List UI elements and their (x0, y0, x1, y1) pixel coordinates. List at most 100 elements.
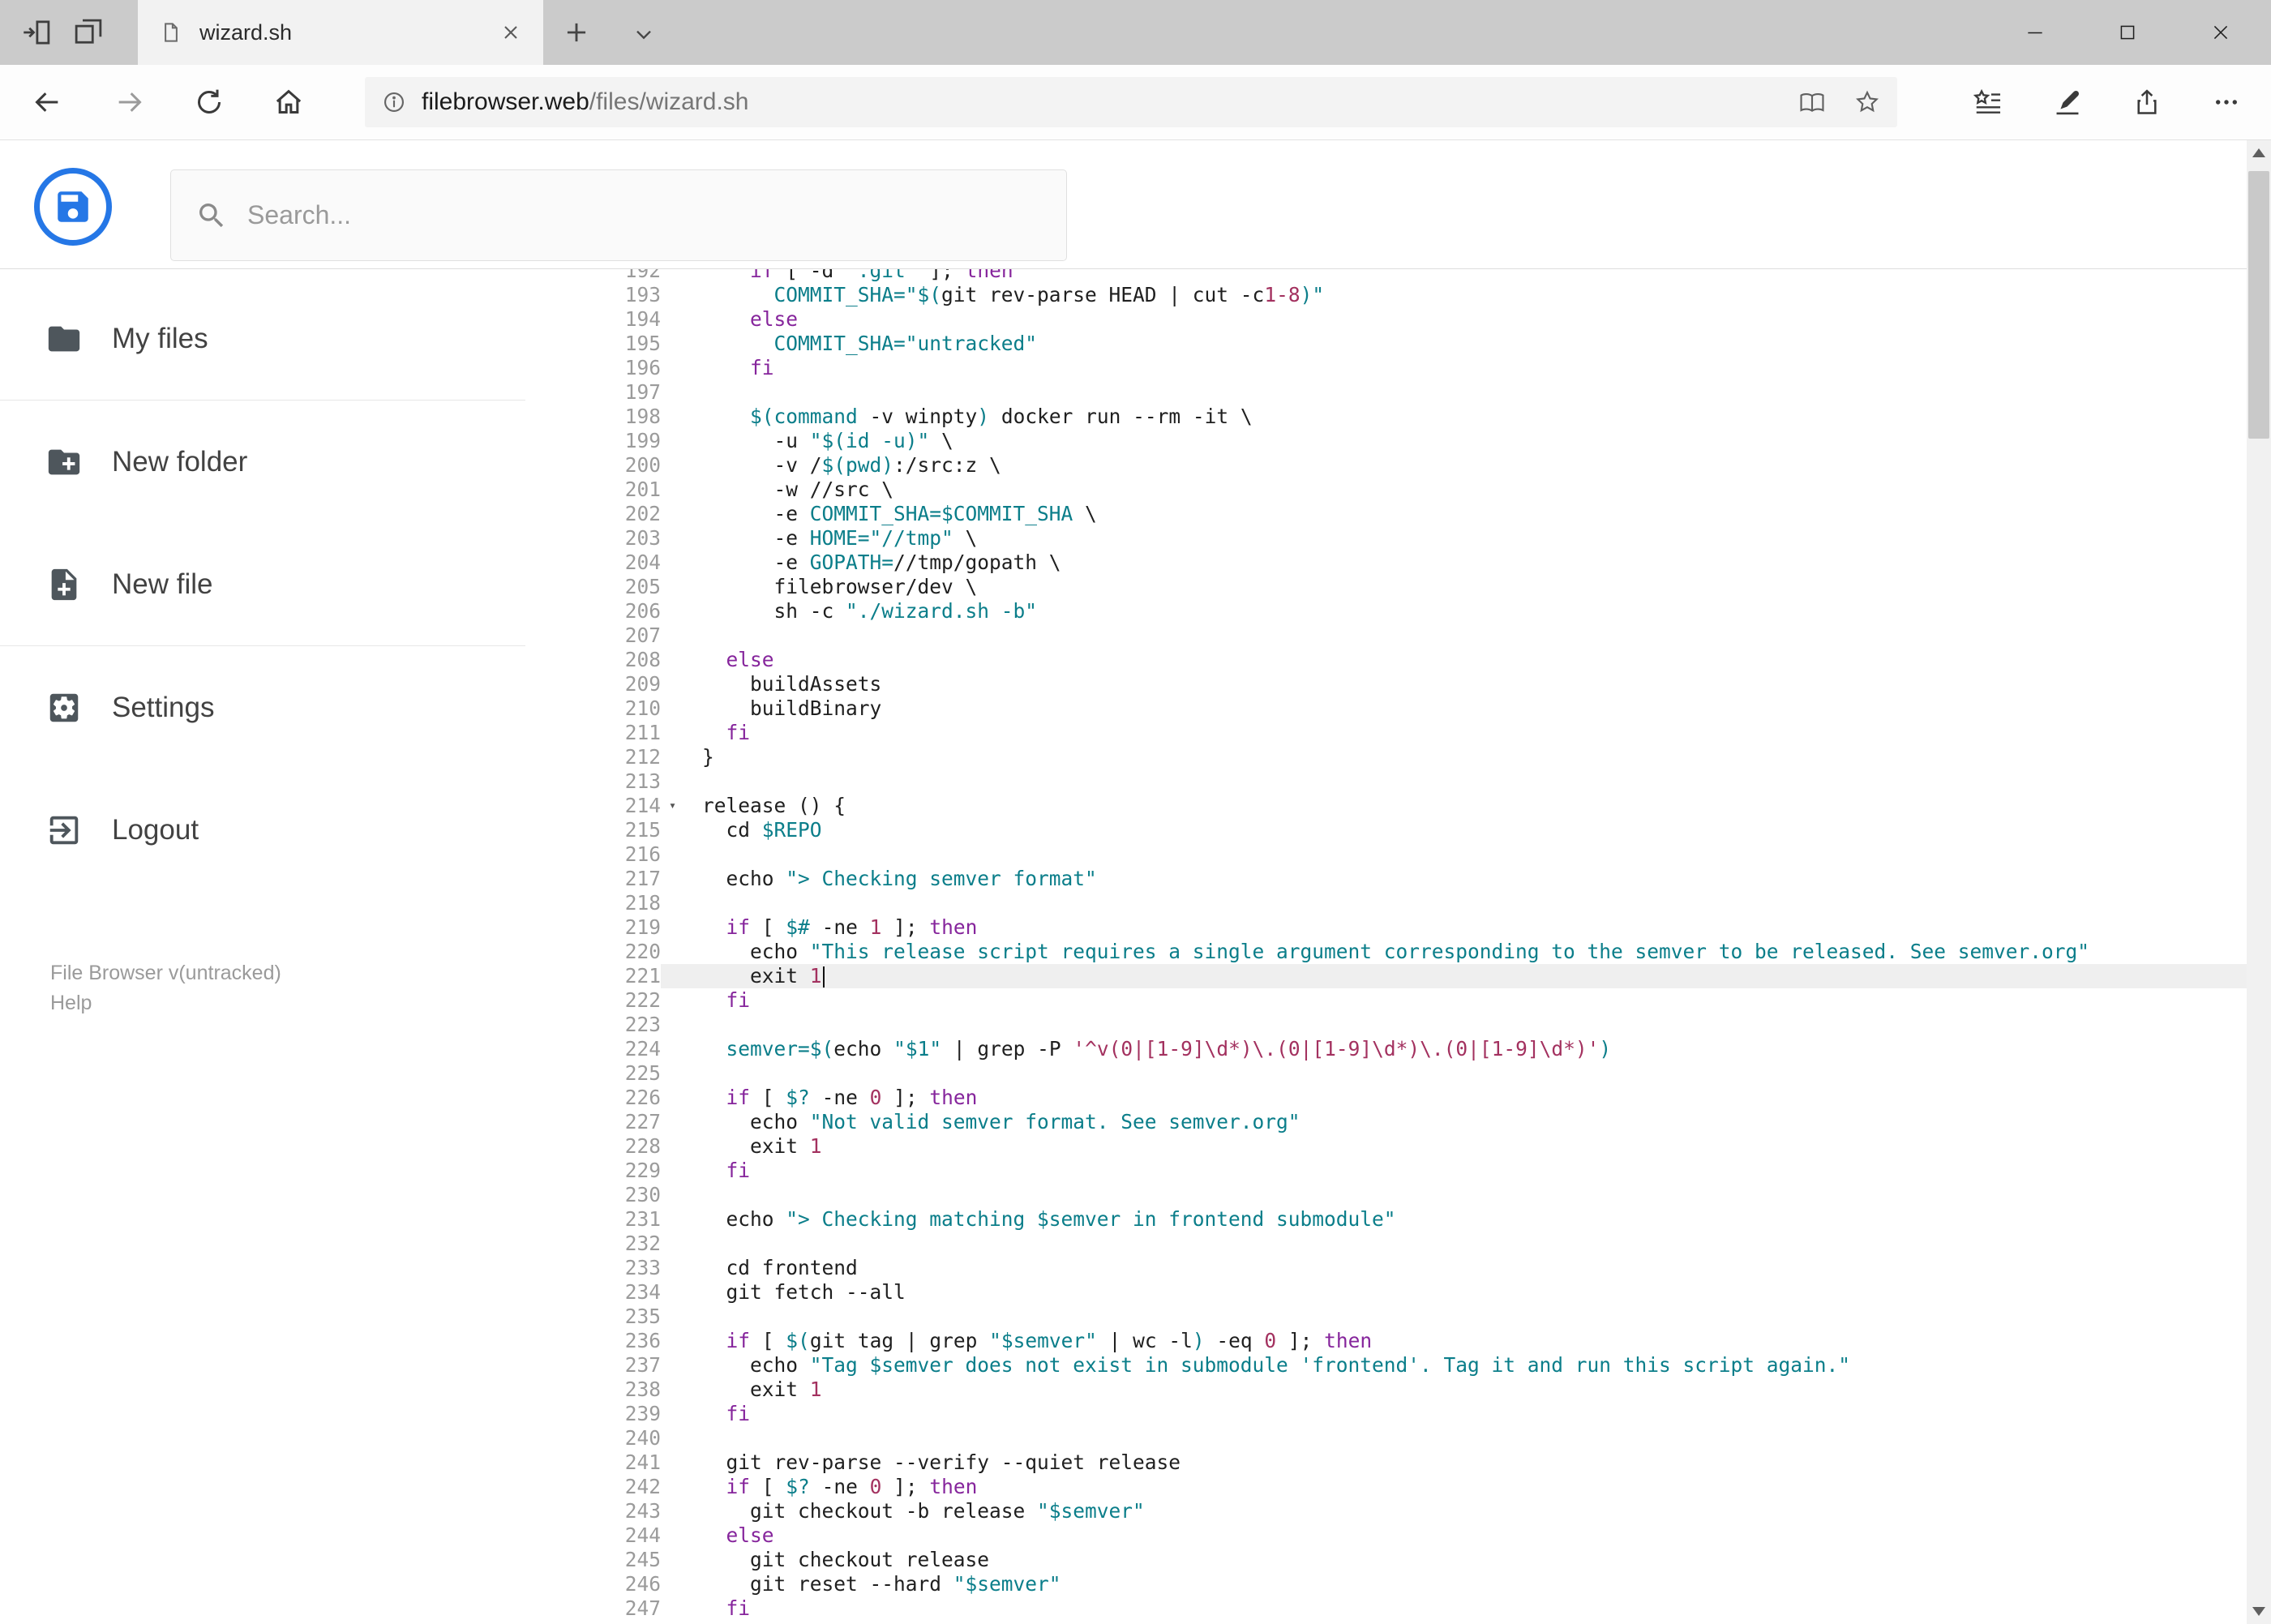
more-menu-icon[interactable] (2211, 87, 2242, 118)
code-line[interactable]: 209 buildAssets (525, 672, 2247, 696)
fold-marker-icon[interactable]: ▾ (661, 794, 702, 818)
scroll-up-icon[interactable] (2252, 148, 2265, 157)
code-line[interactable]: 244 else (525, 1523, 2247, 1548)
search-input[interactable] (247, 200, 1042, 230)
code-line[interactable]: 237 echo "Tag $semver does not exist in … (525, 1353, 2247, 1378)
home-icon[interactable] (272, 86, 305, 118)
code-line[interactable]: 202 -e COMMIT_SHA=$COMMIT_SHA \ (525, 502, 2247, 526)
code-line[interactable]: 216 (525, 842, 2247, 867)
code-line[interactable]: 221 exit 1 (525, 964, 2247, 988)
code-line[interactable]: 242 if [ $? -ne 0 ]; then (525, 1475, 2247, 1499)
code-line[interactable]: 238 exit 1 (525, 1378, 2247, 1402)
line-number: 206 (525, 599, 661, 623)
sidebar-item-my-files[interactable]: My files (0, 277, 525, 400)
sidebar-item-settings[interactable]: Settings (0, 646, 525, 769)
set-tabs-aside-icon[interactable] (19, 15, 54, 49)
code-line[interactable]: 199 -u "$(id -u)" \ (525, 429, 2247, 453)
code-line[interactable]: 195 COMMIT_SHA="untracked" (525, 332, 2247, 356)
code-line[interactable]: 197 (525, 380, 2247, 405)
new-tab-button[interactable] (561, 17, 592, 48)
code-line[interactable]: 222 fi (525, 988, 2247, 1013)
code-line[interactable]: 243 git checkout -b release "$semver" (525, 1499, 2247, 1523)
code-line[interactable]: 230 (525, 1183, 2247, 1207)
code-line[interactable]: 225 (525, 1061, 2247, 1086)
code-line[interactable]: 241 git rev-parse --verify --quiet relea… (525, 1450, 2247, 1475)
code-line[interactable]: 200 -v /$(pwd):/src:z \ (525, 453, 2247, 478)
window-minimize-button[interactable] (1997, 0, 2073, 65)
line-number: 210 (525, 696, 661, 721)
sidebar-item-new-folder[interactable]: New folder (0, 401, 525, 523)
code-line[interactable]: 231 echo "> Checking matching $semver in… (525, 1207, 2247, 1232)
code-line[interactable]: 192 if [ -d ".git" ]; then (525, 269, 2247, 283)
line-number: 245 (525, 1548, 661, 1572)
code-line[interactable]: 193 COMMIT_SHA="$(git rev-parse HEAD | c… (525, 283, 2247, 307)
code-line[interactable]: 213 (525, 769, 2247, 794)
scrollbar-thumb[interactable] (2248, 171, 2269, 439)
sidebar-item-logout[interactable]: Logout (0, 769, 525, 891)
browser-tab[interactable]: wizard.sh (138, 0, 543, 65)
app-logo[interactable] (34, 168, 112, 246)
code-line[interactable]: 232 (525, 1232, 2247, 1256)
code-line[interactable]: 229 fi (525, 1159, 2247, 1183)
code-line[interactable]: 235 (525, 1305, 2247, 1329)
code-line[interactable]: 211 fi (525, 721, 2247, 745)
code-line[interactable]: 226 if [ $? -ne 0 ]; then (525, 1086, 2247, 1110)
code-line[interactable]: 207 (525, 623, 2247, 648)
hub-favorites-icon[interactable] (1973, 87, 2003, 118)
web-note-pen-icon[interactable] (2052, 87, 2083, 118)
code-line[interactable]: 224 semver=$(echo "$1" | grep -P '^v(0|[… (525, 1037, 2247, 1061)
reading-view-icon[interactable] (1798, 88, 1826, 116)
tab-close-icon[interactable] (499, 21, 522, 44)
tabs-preview-icon[interactable] (71, 15, 105, 49)
code-line[interactable]: 227 echo "Not valid semver format. See s… (525, 1110, 2247, 1134)
code-line[interactable]: 245 git checkout release (525, 1548, 2247, 1572)
refresh-icon[interactable] (193, 86, 225, 118)
window-close-button[interactable] (2183, 0, 2259, 65)
code-line[interactable]: 203 -e HOME="//tmp" \ (525, 526, 2247, 551)
code-line[interactable]: 219 if [ $# -ne 1 ]; then (525, 915, 2247, 940)
scroll-down-icon[interactable] (2252, 1607, 2265, 1616)
favorite-star-icon[interactable] (1853, 88, 1881, 116)
sidebar-item-new-file[interactable]: New file (0, 523, 525, 645)
code-line[interactable]: 205 filebrowser/dev \ (525, 575, 2247, 599)
code-text: git reset --hard "$semver" (702, 1572, 1061, 1596)
page-scrollbar[interactable] (2247, 140, 2271, 1624)
code-line[interactable]: 218 (525, 891, 2247, 915)
back-icon[interactable] (31, 86, 63, 118)
address-bar[interactable]: filebrowser.web/files/wizard.sh (365, 77, 1897, 127)
code-line[interactable]: 223 (525, 1013, 2247, 1037)
site-info-icon[interactable] (381, 89, 407, 115)
code-line[interactable]: 206 sh -c "./wizard.sh -b" (525, 599, 2247, 623)
share-page-icon[interactable] (2132, 87, 2162, 118)
code-text: buildAssets (702, 672, 882, 696)
code-line[interactable]: 196 fi (525, 356, 2247, 380)
code-line[interactable]: 228 exit 1 (525, 1134, 2247, 1159)
fold-gutter (661, 1378, 702, 1402)
code-line[interactable]: 194 else (525, 307, 2247, 332)
code-line[interactable]: 208 else (525, 648, 2247, 672)
code-line[interactable]: 201 -w //src \ (525, 478, 2247, 502)
code-editor[interactable]: 192 if [ -d ".git" ]; then 193 COMMIT_SHA… (525, 269, 2247, 1624)
code-line[interactable]: 234 git fetch --all (525, 1280, 2247, 1305)
code-line[interactable]: 246 git reset --hard "$semver" (525, 1572, 2247, 1596)
code-line[interactable]: 240 (525, 1426, 2247, 1450)
code-line[interactable]: 239 fi (525, 1402, 2247, 1426)
url-text[interactable]: filebrowser.web/files/wizard.sh (422, 88, 1771, 116)
search-box[interactable] (170, 169, 1067, 261)
code-line[interactable]: 214 ▾ release () { (525, 794, 2247, 818)
code-line[interactable]: 220 echo "This release script requires a… (525, 940, 2247, 964)
code-line[interactable]: 215 cd $REPO (525, 818, 2247, 842)
help-link[interactable]: Help (50, 988, 281, 1018)
window-maximize-button[interactable] (2089, 0, 2166, 65)
code-line[interactable]: 247 fi (525, 1596, 2247, 1621)
code-line[interactable]: 233 cd frontend (525, 1256, 2247, 1280)
code-line[interactable]: 204 -e GOPATH=//tmp/gopath \ (525, 551, 2247, 575)
code-line[interactable]: 210 buildBinary (525, 696, 2247, 721)
fold-gutter (661, 1183, 702, 1207)
code-line[interactable]: 212} (525, 745, 2247, 769)
code-line[interactable]: 198 $(command -v winpty) docker run --rm… (525, 405, 2247, 429)
code-line[interactable]: 217 echo "> Checking semver format" (525, 867, 2247, 891)
code-line[interactable]: 236 if [ $(git tag | grep "$semver" | wc… (525, 1329, 2247, 1353)
tab-list-chevron-icon[interactable] (631, 21, 657, 47)
forward-icon[interactable] (114, 86, 146, 118)
